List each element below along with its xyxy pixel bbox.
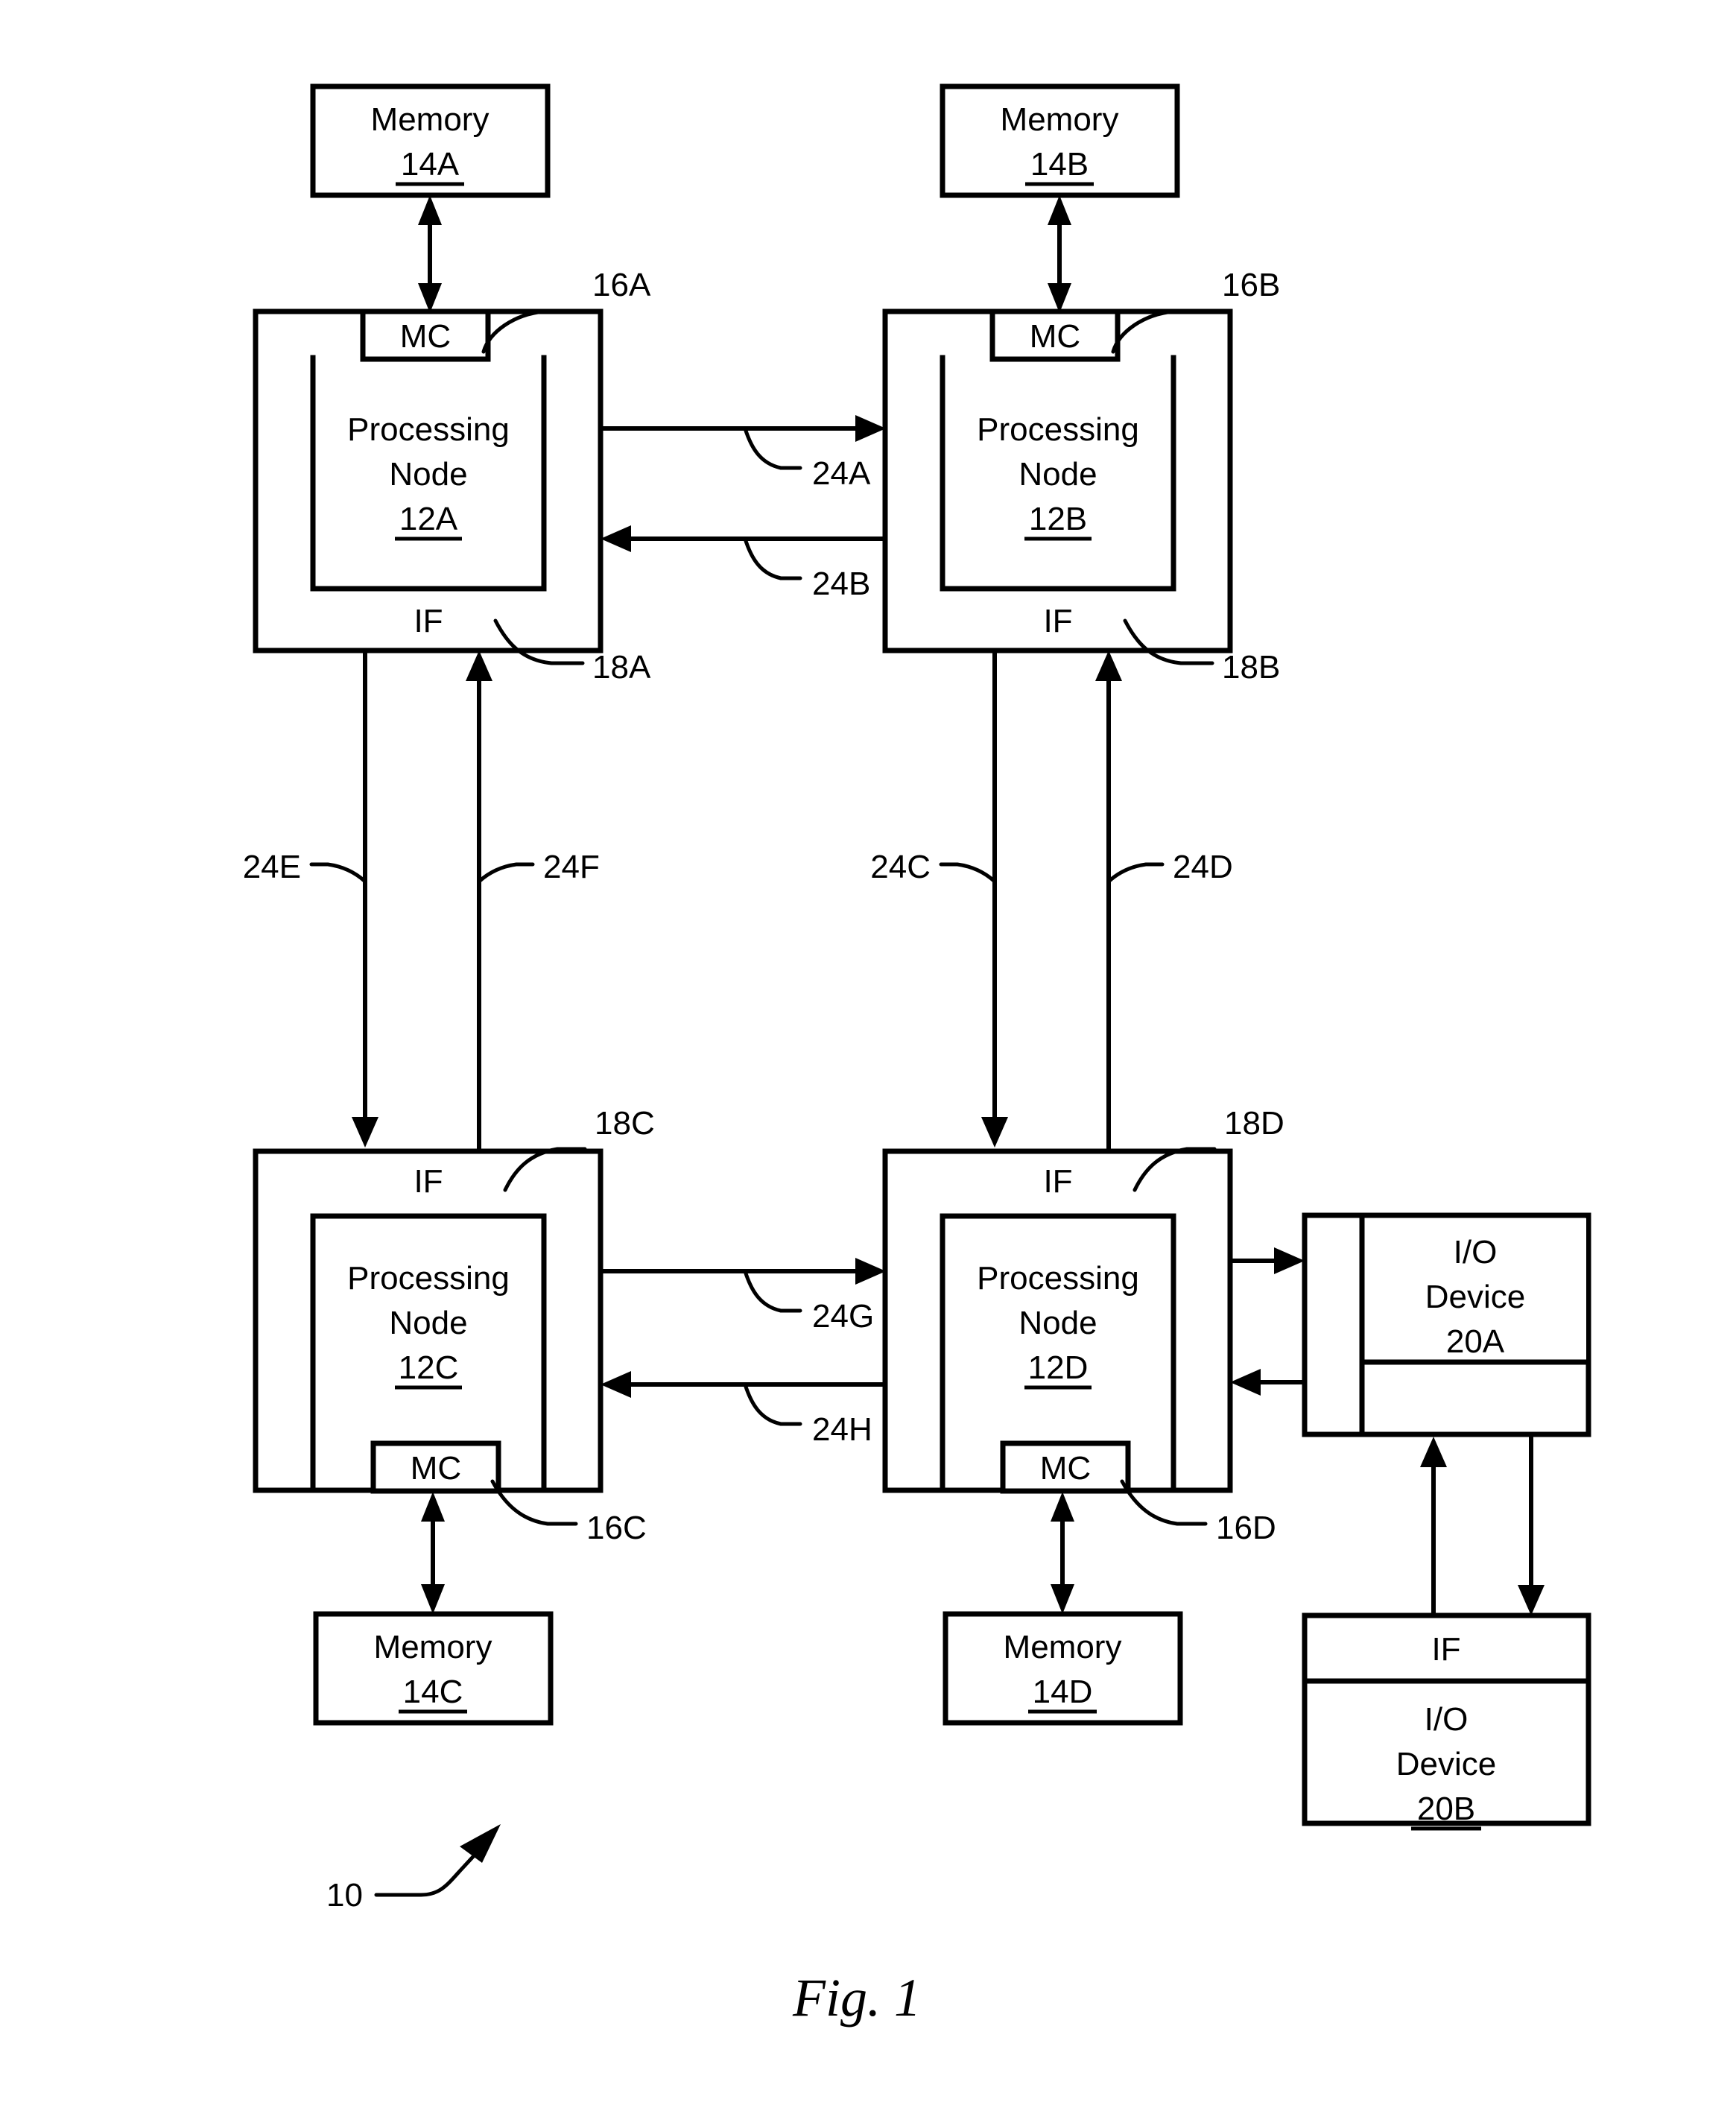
- link-24c: 24C: [870, 652, 1008, 1148]
- ref-24g-label: 24G: [812, 1298, 874, 1335]
- link-node-12d-to-io-20a: [1231, 1247, 1305, 1274]
- node-12a-mc-label: MC: [400, 318, 451, 355]
- io-device-20a-name-line1: I/O: [1454, 1234, 1498, 1270]
- node-12d-name-line1: Processing: [977, 1260, 1139, 1297]
- processing-node-12b: MC Processing Node 12B IF: [882, 308, 1233, 653]
- node-12a-name-line1: Processing: [347, 411, 510, 448]
- link-24d: 24D: [1095, 651, 1233, 1151]
- link-mc-16c-to-memory-14c: [421, 1492, 445, 1614]
- system-ref-10-label: 10: [326, 1877, 363, 1914]
- node-12d-name-line2: Node: [1019, 1305, 1097, 1341]
- ref-24c-label: 24C: [870, 849, 931, 885]
- link-24e: 24E: [243, 652, 378, 1148]
- node-12d-mc-label: MC: [1040, 1450, 1091, 1487]
- node-12a-if-label: IF: [414, 603, 443, 639]
- memory-14d-ref: 14D: [1033, 1674, 1093, 1710]
- node-12c-ref: 12C: [399, 1349, 459, 1386]
- link-memory-14a-to-mc-16a: [418, 195, 442, 313]
- memory-14a: Memory 14A: [310, 83, 551, 198]
- ref-24b-label: 24B: [812, 566, 870, 602]
- memory-14c-ref: 14C: [403, 1674, 463, 1710]
- memory-14b: Memory 14B: [940, 83, 1180, 198]
- node-12b-name-line2: Node: [1019, 456, 1097, 493]
- ref-16b-label: 16B: [1222, 267, 1280, 303]
- node-12c-name-line2: Node: [389, 1305, 467, 1341]
- link-24b: 24B: [601, 525, 885, 602]
- processing-node-12c: IF Processing Node 12C MC: [253, 1148, 604, 1494]
- system-ref-10: 10: [326, 1824, 501, 1914]
- ref-24d-label: 24D: [1173, 849, 1233, 885]
- ref-24a-label: 24A: [812, 455, 871, 492]
- node-12a-name-line2: Node: [389, 456, 467, 493]
- link-io-20a-to-node-12d: [1230, 1369, 1305, 1396]
- ref-16a-label: 16A: [592, 267, 651, 303]
- link-io-20b-to-io-20a: [1420, 1437, 1447, 1615]
- node-12d-if-label: IF: [1043, 1163, 1072, 1200]
- io-device-20a-name-line2: Device: [1425, 1279, 1526, 1315]
- memory-14b-label: Memory: [1001, 101, 1119, 138]
- io-device-20b-name-line1: I/O: [1425, 1701, 1469, 1738]
- link-24g: 24G: [602, 1258, 886, 1335]
- ref-18a-label: 18A: [592, 649, 651, 686]
- figure-title: Fig. 1: [792, 1968, 921, 2028]
- node-12a-ref: 12A: [399, 501, 458, 537]
- ref-18d-label: 18D: [1224, 1105, 1284, 1142]
- patent-figure: Memory 14A Memory 14B MC Processing Node…: [0, 0, 1736, 2108]
- node-12b-mc-label: MC: [1030, 318, 1080, 355]
- ref-16c-label: 16C: [586, 1510, 647, 1546]
- ref-18b-label: 18B: [1222, 649, 1280, 686]
- ref-24h-label: 24H: [812, 1411, 872, 1448]
- node-12b-name-line1: Processing: [977, 411, 1139, 448]
- processing-node-12a: MC Processing Node 12A IF: [253, 308, 604, 653]
- processing-node-12d: IF Processing Node 12D MC: [882, 1148, 1233, 1494]
- link-mc-16d-to-memory-14d: [1051, 1492, 1074, 1614]
- io-device-20b-ref: 20B: [1417, 1791, 1475, 1827]
- memory-14a-ref: 14A: [401, 146, 460, 183]
- memory-14c: Memory 14C: [313, 1611, 554, 1726]
- memory-14c-label: Memory: [374, 1629, 492, 1665]
- memory-14b-ref: 14B: [1030, 146, 1089, 183]
- node-12d-ref: 12D: [1028, 1349, 1089, 1386]
- io-device-20b-if-label: IF: [1431, 1631, 1460, 1668]
- io-device-20b-name-line2: Device: [1396, 1746, 1497, 1782]
- link-io-20a-to-io-20b: [1518, 1437, 1545, 1615]
- ref-18c-label: 18C: [595, 1105, 655, 1142]
- node-12c-if-label: IF: [414, 1163, 443, 1200]
- link-memory-14b-to-mc-16b: [1048, 195, 1071, 313]
- io-device-20a-ref: 20A: [1446, 1323, 1505, 1360]
- link-24a: 24A: [602, 415, 886, 492]
- node-12c-mc-label: MC: [411, 1450, 461, 1487]
- node-12b-if-label: IF: [1043, 603, 1072, 639]
- ref-24f-label: 24F: [543, 849, 600, 885]
- ref-24e-label: 24E: [243, 849, 301, 885]
- memory-14d: Memory 14D: [943, 1611, 1183, 1726]
- link-24h: 24H: [601, 1371, 885, 1448]
- memory-14a-label: Memory: [371, 101, 490, 138]
- node-12b-ref: 12B: [1029, 501, 1087, 537]
- figure-1-block-diagram: Memory 14A Memory 14B MC Processing Node…: [243, 83, 1591, 2028]
- memory-14d-label: Memory: [1004, 1629, 1122, 1665]
- io-device-20a: I/O Device 20A: [1302, 1212, 1591, 1437]
- link-24f: 24F: [466, 651, 600, 1151]
- ref-16d-label: 16D: [1216, 1510, 1276, 1546]
- io-device-20b: IF I/O Device 20B: [1302, 1612, 1591, 1831]
- node-12c-name-line1: Processing: [347, 1260, 510, 1297]
